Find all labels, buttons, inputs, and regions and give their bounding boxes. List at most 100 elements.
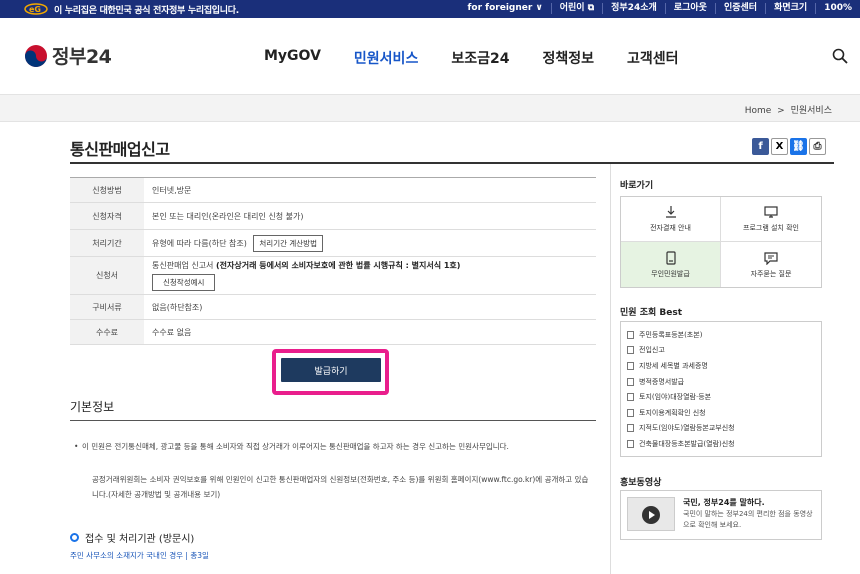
list-item[interactable]: 주민등록표등본(초본) bbox=[627, 327, 815, 343]
period-value: 유형에 따라 다름(하단 참조) bbox=[152, 238, 247, 248]
breadcrumb-current[interactable]: 민원서비스 bbox=[791, 106, 832, 116]
logout-link[interactable]: 로그아웃 bbox=[664, 3, 715, 14]
docs-value: 없음(하단참조) bbox=[152, 302, 203, 312]
share-tools: f X ⛓ ⎙ bbox=[752, 138, 828, 155]
print-icon[interactable]: ⎙ bbox=[809, 138, 826, 155]
link-icon[interactable]: ⛓ bbox=[790, 138, 807, 155]
list-item[interactable]: 토지이용계획확인 신청 bbox=[627, 405, 815, 421]
method-label: 신청방법 bbox=[70, 178, 144, 202]
table-row: 신청서 통신판매업 신고서 (전자상거래 등에서의 소비자보호에 관한 법률 시… bbox=[70, 257, 596, 295]
form-value[interactable]: 통신판매업 신고서 bbox=[152, 261, 213, 270]
quick-link-epay[interactable]: 전자결재 안내 bbox=[621, 197, 721, 242]
basic-info-paragraph: 이 민원은 전기통신매체, 광고물 등을 통해 소비자와 직접 상거래가 이루어… bbox=[74, 439, 596, 454]
main-nav: MyGOV 민원서비스 보조금24 정책정보 고객센터 bbox=[264, 48, 712, 68]
table-row: 신청자격 본인 또는 대리인(온라인은 대리인 신청 불가) bbox=[70, 203, 596, 230]
fee-label: 수수료 bbox=[70, 320, 144, 344]
basic-info-title: 기본정보 bbox=[70, 400, 115, 414]
breadcrumb-sep: > bbox=[777, 106, 785, 116]
breadcrumb: Home > 민원서비스 bbox=[745, 103, 832, 116]
nav-mygov[interactable]: MyGOV bbox=[264, 48, 321, 68]
table-row: 처리기간 유형에 따라 다름(하단 참조) 처리기간 계산방법 bbox=[70, 230, 596, 257]
form-example-button[interactable]: 신청작성예시 bbox=[152, 274, 216, 291]
promo-title: 홍보동영상 bbox=[620, 478, 662, 488]
form-label: 신청서 bbox=[70, 257, 144, 294]
nav-subsidy[interactable]: 보조금24 bbox=[451, 48, 509, 68]
quick-links-title: 바로가기 bbox=[620, 181, 654, 191]
period-label: 처리기간 bbox=[70, 230, 144, 256]
promo-description: 국민이 말하는 정부24의 편리한 점을 동영상으로 확인해 보세요. bbox=[683, 510, 813, 529]
list-item[interactable]: 병적증명서발급 bbox=[627, 374, 815, 390]
play-icon[interactable] bbox=[642, 506, 660, 524]
reception-title: 접수 및 처리기관 (방문시) bbox=[70, 530, 194, 545]
document-icon bbox=[627, 393, 634, 402]
list-item[interactable]: 전입신고 bbox=[627, 343, 815, 359]
document-icon bbox=[627, 424, 634, 433]
faq-icon bbox=[764, 251, 778, 265]
foreigner-link[interactable]: for foreigner ∨ bbox=[460, 3, 551, 14]
best-list: 주민등록표등본(초본) 전입신고 지방세 세목별 과세증명 병적증명서발급 토지… bbox=[620, 321, 822, 457]
period-calc-button[interactable]: 처리기간 계산방법 bbox=[253, 234, 323, 252]
quick-link-kiosk[interactable]: 무인민원발급 bbox=[621, 242, 721, 287]
circle-bullet-icon bbox=[70, 533, 79, 542]
utility-links: for foreigner ∨ 어린이 ⧉ 정부24소개 로그아웃 인증센터 화… bbox=[460, 3, 860, 14]
list-item[interactable]: 건축물대장등초본발급(열람)신청 bbox=[627, 436, 815, 452]
list-item[interactable]: 지방세 세목별 과세증명 bbox=[627, 358, 815, 374]
issue-button[interactable]: 발급하기 bbox=[281, 358, 381, 382]
page-title: 통신판매업신고 bbox=[70, 140, 170, 159]
site-logo[interactable]: 정부24 bbox=[24, 42, 112, 69]
quick-link-faq[interactable]: 자주묻는 질문 bbox=[721, 242, 821, 287]
quick-link-program-check[interactable]: 프로그램 설치 확인 bbox=[721, 197, 821, 242]
document-icon bbox=[627, 408, 634, 417]
basic-info-divider bbox=[70, 420, 596, 421]
table-row: 구비서류 없음(하단참조) bbox=[70, 295, 596, 320]
nav-policy[interactable]: 정책정보 bbox=[542, 48, 594, 68]
taegeuk-icon bbox=[25, 44, 47, 67]
qualification-label: 신청자격 bbox=[70, 203, 144, 229]
gov-notice-bar: eG 이 누리집은 대한민국 공식 전자정부 누리집입니다. for forei… bbox=[0, 0, 860, 18]
column-divider bbox=[610, 164, 611, 574]
svg-text:eG: eG bbox=[29, 5, 41, 14]
ftc-disclosure-paragraph: 공정거래위원회는 소비자 권익보호를 위해 민원인이 신고한 통신판매업자의 신… bbox=[92, 475, 589, 499]
gov-notice-text: 이 누리집은 대한민국 공식 전자정부 누리집입니다. bbox=[54, 6, 239, 16]
table-row: 수수료 수수료 없음 bbox=[70, 320, 596, 345]
eg-logo-icon: eG bbox=[24, 3, 48, 15]
kids-link[interactable]: 어린이 ⧉ bbox=[550, 3, 602, 14]
reception-note[interactable]: 주민 사무소의 소재지가 국내인 경우 | 총3일 bbox=[70, 550, 209, 561]
document-icon bbox=[627, 330, 634, 339]
document-icon bbox=[627, 346, 634, 355]
x-icon[interactable]: X bbox=[771, 138, 788, 155]
list-item[interactable]: 토지(임야)대장열람·등본 bbox=[627, 389, 815, 405]
best-title: 민원 조회 Best bbox=[620, 308, 683, 318]
document-icon bbox=[627, 377, 634, 386]
title-divider bbox=[70, 162, 834, 164]
qualification-value: 본인 또는 대리인(온라인은 대리인 신청 불가) bbox=[152, 211, 304, 221]
nav-customer-center[interactable]: 고객센터 bbox=[627, 48, 679, 68]
docs-label: 구비서류 bbox=[70, 295, 144, 319]
facebook-icon[interactable]: f bbox=[752, 138, 769, 155]
video-thumbnail[interactable] bbox=[627, 497, 675, 531]
auth-center-link[interactable]: 인증센터 bbox=[714, 3, 765, 14]
screen-size-label: 화면크기 bbox=[765, 3, 815, 14]
service-info-table: 신청방법 인터넷,방문 신청자격 본인 또는 대리인(온라인은 대리인 신청 불… bbox=[70, 177, 596, 345]
nav-civil-service[interactable]: 민원서비스 bbox=[354, 48, 418, 68]
table-row: 신청방법 인터넷,방문 bbox=[70, 178, 596, 203]
document-icon bbox=[627, 439, 634, 448]
logo-text: 정부24 bbox=[52, 46, 112, 68]
promo-video-card[interactable]: 국민, 정부24를 말하다. 국민이 말하는 정부24의 편리한 점을 동영상으… bbox=[620, 490, 822, 540]
breadcrumb-bar: Home > 민원서비스 bbox=[0, 94, 860, 122]
breadcrumb-home[interactable]: Home bbox=[745, 106, 772, 116]
zoom-level[interactable]: 100% bbox=[815, 3, 860, 14]
about-link[interactable]: 정부24소개 bbox=[602, 3, 665, 14]
form-law-ref: (전자상거래 등에서의 소비자보호에 관한 법률 시행규칙 : 별지서식 1호) bbox=[215, 261, 461, 270]
monitor-icon bbox=[764, 206, 778, 218]
document-icon bbox=[627, 361, 634, 370]
method-value: 인터넷,방문 bbox=[152, 185, 192, 195]
site-header: 정부24 MyGOV 민원서비스 보조금24 정책정보 고객센터 bbox=[0, 18, 860, 94]
fee-value: 수수료 없음 bbox=[152, 327, 192, 337]
list-item[interactable]: 지적도(임야도)열람등본교부신청 bbox=[627, 421, 815, 437]
quick-links-grid: 전자결재 안내 프로그램 설치 확인 무인민원발급 자주묻는 질문 bbox=[620, 196, 822, 288]
search-icon[interactable] bbox=[832, 48, 848, 64]
kiosk-icon bbox=[665, 250, 676, 265]
download-icon bbox=[665, 206, 676, 218]
promo-headline: 국민, 정부24를 말하다. bbox=[683, 498, 765, 507]
